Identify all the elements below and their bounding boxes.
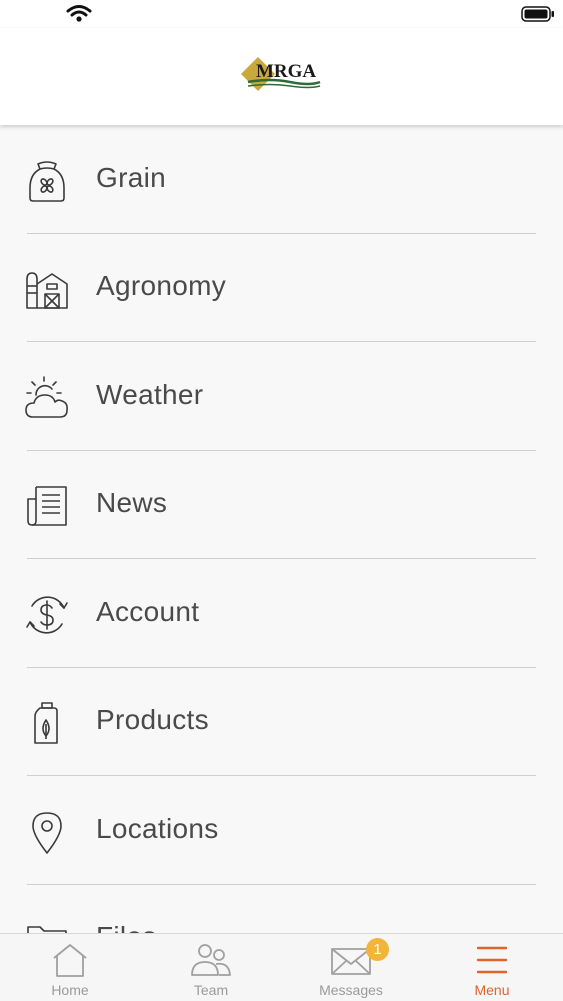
- folder-icon: [27, 926, 67, 933]
- hamburger-menu-icon: [476, 946, 508, 974]
- menu-item-grain[interactable]: Grain: [0, 126, 563, 234]
- menu-item-agronomy[interactable]: Agronomy: [0, 234, 563, 342]
- tab-messages[interactable]: Messages: [281, 934, 421, 1001]
- mrga-logo: MRGA: [241, 57, 321, 91]
- tab-label: Menu: [474, 982, 510, 998]
- home-icon: [53, 944, 87, 977]
- grain-sack-icon: [29, 161, 65, 202]
- menu-item-label: Products: [96, 704, 209, 735]
- tab-label: Team: [193, 982, 229, 998]
- barn-silo-icon: [26, 272, 68, 309]
- menu-item-label: Weather: [96, 379, 204, 410]
- menu-item-label: Files: [96, 921, 157, 933]
- map-pin-icon: [32, 812, 62, 854]
- menu-item-files[interactable]: Files: [0, 885, 563, 933]
- battery-icon: [521, 6, 554, 22]
- menu-item-account[interactable]: Account: [0, 560, 563, 668]
- tab-bar: Home Team Messages Menu: [0, 933, 563, 1001]
- menu-list: Grain Agronomy Weather News Account Prod…: [0, 126, 563, 933]
- tab-menu[interactable]: Menu: [422, 934, 562, 1001]
- tab-label: Messages: [319, 982, 383, 998]
- newspaper-icon: [27, 486, 67, 526]
- divider: [27, 341, 536, 342]
- tab-home[interactable]: Home: [0, 934, 140, 1001]
- jug-leaf-icon: [34, 702, 58, 744]
- menu-item-label: Agronomy: [96, 270, 227, 301]
- divider: [27, 558, 536, 559]
- menu-item-label: Grain: [96, 162, 166, 193]
- menu-item-label: News: [96, 487, 168, 518]
- sun-cloud-icon: [25, 376, 68, 418]
- app-header: MRGA: [0, 28, 563, 125]
- status-bar: [0, 0, 563, 28]
- menu-item-weather[interactable]: Weather: [0, 343, 563, 451]
- tab-label: Home: [51, 982, 89, 998]
- menu-item-news[interactable]: News: [0, 451, 563, 559]
- tab-team[interactable]: Team: [141, 934, 281, 1001]
- messages-badge: 1: [366, 938, 389, 961]
- divider: [27, 775, 536, 776]
- dollar-cycle-icon: [26, 596, 68, 634]
- wifi-icon: [66, 5, 92, 22]
- menu-item-products[interactable]: Products: [0, 668, 563, 776]
- menu-item-label: Account: [96, 596, 200, 627]
- menu-item-label: Locations: [96, 813, 219, 844]
- menu-item-locations[interactable]: Locations: [0, 777, 563, 885]
- team-icon: [191, 944, 231, 976]
